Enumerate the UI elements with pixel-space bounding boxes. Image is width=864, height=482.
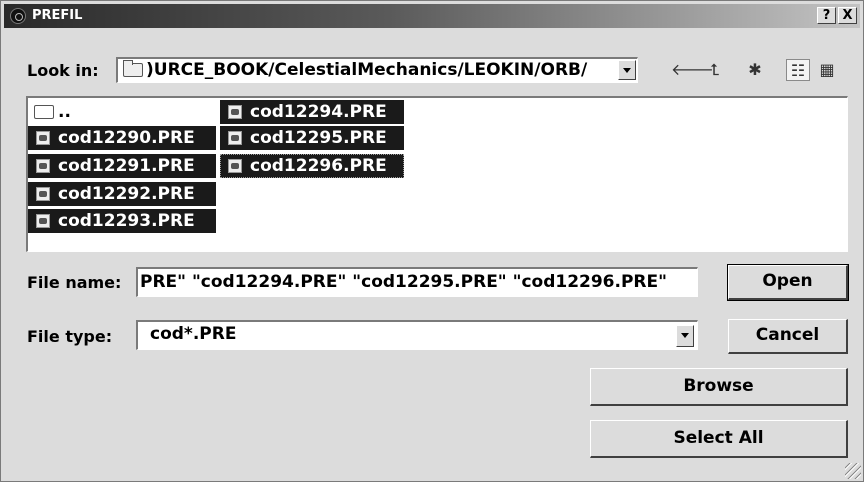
back-arrow-icon[interactable]: 🡐 [671, 59, 714, 81]
cancel-button[interactable]: Cancel [728, 319, 848, 354]
window-title: PREFIL [32, 8, 83, 23]
file-item[interactable]: cod12294.PRE [220, 100, 404, 124]
list-view-icon[interactable]: ☷ [786, 59, 810, 81]
file-list[interactable]: .. cod12290.PRE cod12291.PRE cod12292.PR… [26, 96, 848, 252]
file-icon [36, 131, 50, 145]
file-name-input[interactable]: PRE" "cod12294.PRE" "cod12295.PRE" "cod1… [136, 267, 698, 297]
look-in-label: Look in: [27, 61, 99, 80]
file-icon [36, 159, 50, 173]
file-type-dropdown-button[interactable] [676, 325, 694, 347]
file-name-label: File name: [27, 273, 122, 292]
file-icon [228, 105, 242, 119]
resize-grip-icon[interactable] [845, 463, 861, 479]
file-icon [36, 214, 50, 228]
file-item[interactable]: cod12291.PRE [28, 154, 216, 178]
app-icon [10, 8, 26, 24]
file-item[interactable]: cod12293.PRE [28, 209, 216, 233]
select-all-button[interactable]: Select All [590, 420, 848, 458]
file-type-select[interactable]: cod*.PRE [136, 320, 698, 350]
up-folder-icon[interactable]: ⮤ [703, 59, 727, 81]
browse-button[interactable]: Browse [590, 368, 848, 406]
file-icon [228, 159, 242, 173]
new-folder-icon[interactable]: ✱ [743, 59, 767, 81]
open-button[interactable]: Open [727, 264, 849, 301]
close-button[interactable]: X [838, 7, 857, 24]
file-item[interactable]: cod12292.PRE [28, 182, 216, 206]
file-icon [228, 131, 242, 145]
look-in-path: )URCE_BOOK/CelestialMechanics/LEOKIN/ORB… [146, 60, 588, 80]
look-in-combo[interactable]: )URCE_BOOK/CelestialMechanics/LEOKIN/ORB… [116, 57, 638, 83]
file-item[interactable]: cod12290.PRE [28, 126, 216, 150]
file-item[interactable]: cod12296.PRE [220, 154, 404, 178]
look-in-dropdown-button[interactable] [618, 60, 636, 80]
folder-icon [123, 60, 143, 77]
file-icon [36, 187, 50, 201]
title-bar[interactable]: PREFIL ? X [4, 4, 860, 28]
file-dialog: PREFIL ? X Look in: )URCE_BOOK/Celestial… [0, 0, 864, 482]
folder-icon [34, 105, 54, 119]
help-button[interactable]: ? [817, 7, 836, 24]
parent-folder-item[interactable]: .. [28, 100, 216, 124]
file-type-label: File type: [27, 327, 113, 346]
file-type-value: cod*.PRE [150, 324, 237, 344]
details-view-icon[interactable]: ▦ [815, 59, 839, 81]
file-item[interactable]: cod12295.PRE [220, 126, 404, 150]
